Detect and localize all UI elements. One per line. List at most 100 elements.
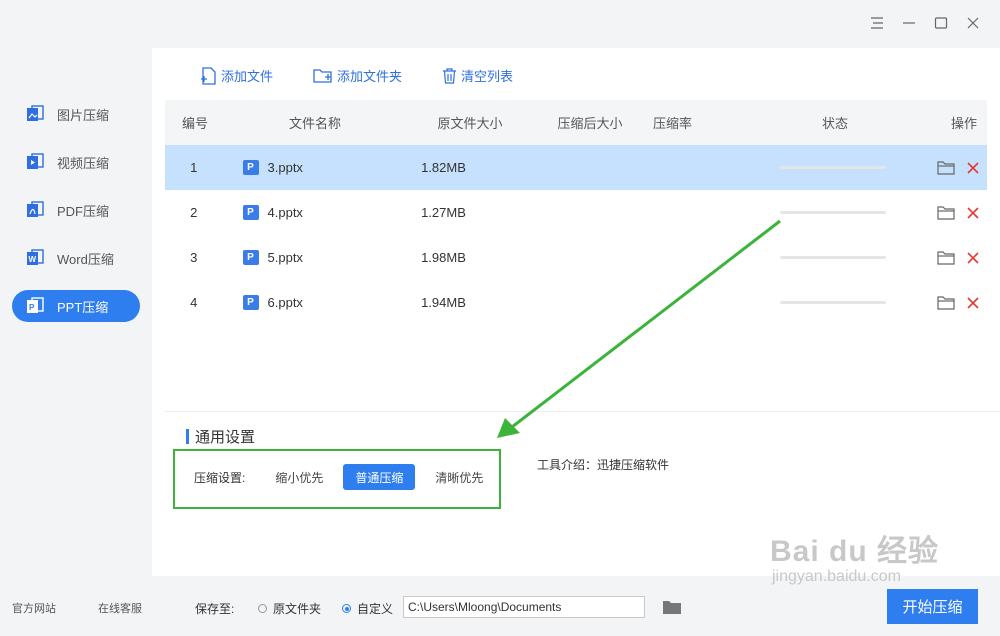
image-icon xyxy=(25,104,45,124)
add-file-label: 添加文件 xyxy=(221,69,274,84)
video-icon xyxy=(25,152,45,172)
website-link[interactable]: 官方网站 xyxy=(12,600,56,616)
header-number: 编号 xyxy=(181,116,208,131)
cell-status xyxy=(776,301,891,304)
toolbar: 添加文件 添加文件夹 清空列表 xyxy=(200,66,553,85)
cell-actions xyxy=(891,160,987,175)
add-folder-icon xyxy=(313,68,332,83)
file-name: 3.pptx xyxy=(267,160,303,175)
delete-icon[interactable] xyxy=(967,296,979,309)
sidebar-item-video[interactable]: 视频压缩 xyxy=(12,146,140,178)
ppt-icon: P xyxy=(25,296,45,316)
save-path-input[interactable] xyxy=(403,596,645,618)
sidebar-item-label: 视频压缩 xyxy=(57,155,110,171)
add-file-icon xyxy=(201,66,216,85)
close-icon[interactable] xyxy=(964,14,982,32)
delete-icon[interactable] xyxy=(967,161,979,174)
maximize-icon[interactable] xyxy=(932,14,950,32)
sidebar-item-label: Word压缩 xyxy=(57,251,114,267)
table-row[interactable]: 2 P 4.pptx 1.27MB xyxy=(165,190,987,235)
save-to-label: 保存至: xyxy=(195,602,235,616)
cell-filename: P 6.pptx xyxy=(223,295,416,310)
header-status: 状态 xyxy=(821,116,848,131)
title-bar xyxy=(0,0,1000,48)
cell-original-size: 1.94MB xyxy=(421,295,466,310)
annotation-box xyxy=(173,449,501,509)
table-body: 1 P 3.pptx 1.82MB 2 P 4.pptx 1.27MB 3 P 5.pptx 1.98… xyxy=(165,145,987,325)
clear-list-button[interactable]: 清空列表 xyxy=(442,66,513,85)
ppt-file-icon: P xyxy=(242,205,259,220)
radio-original-folder[interactable]: 原文件夹 xyxy=(258,600,321,617)
support-link[interactable]: 在线客服 xyxy=(98,600,142,616)
add-folder-button[interactable]: 添加文件夹 xyxy=(313,66,402,85)
cell-actions xyxy=(891,250,987,265)
radio-dot xyxy=(258,604,267,613)
ppt-file-icon: P xyxy=(242,295,259,310)
footer: 保存至: 原文件夹 自定义 开始压缩 xyxy=(152,576,1000,636)
cell-original-size: 1.98MB xyxy=(421,250,466,265)
minimize-icon[interactable] xyxy=(900,14,918,32)
sidebar-item-ppt[interactable]: P PPT压缩 xyxy=(12,290,140,322)
window-controls xyxy=(868,14,982,32)
start-compress-button[interactable]: 开始压缩 xyxy=(887,589,978,624)
menu-icon[interactable] xyxy=(868,14,886,32)
delete-icon[interactable] xyxy=(967,206,979,219)
file-name: 5.pptx xyxy=(267,250,303,265)
radio-dot-selected xyxy=(342,604,351,613)
sidebar-item-label: PDF压缩 xyxy=(57,203,110,219)
header-original-size: 原文件大小 xyxy=(437,116,503,131)
progress-bar xyxy=(780,166,887,169)
progress-bar xyxy=(780,301,887,304)
sidebar-item-word[interactable]: W Word压缩 xyxy=(12,242,140,274)
sidebar-item-pdf[interactable]: PDF压缩 xyxy=(12,194,140,226)
svg-text:W: W xyxy=(29,255,37,264)
progress-bar xyxy=(780,256,887,259)
cell-original-size: 1.27MB xyxy=(421,205,466,220)
trash-icon xyxy=(443,67,457,84)
progress-bar xyxy=(780,211,887,214)
radio-custom-label: 自定义 xyxy=(357,602,394,616)
header-actions: 操作 xyxy=(950,116,977,131)
radio-custom[interactable]: 自定义 xyxy=(342,600,393,617)
cell-number: 4 xyxy=(190,295,198,310)
sidebar-item-image[interactable]: 图片压缩 xyxy=(12,98,140,130)
open-folder-icon[interactable] xyxy=(937,250,955,265)
add-folder-label: 添加文件夹 xyxy=(337,69,403,84)
divider xyxy=(165,411,1000,412)
file-name: 6.pptx xyxy=(267,295,303,310)
clear-list-label: 清空列表 xyxy=(461,69,514,84)
settings-title-text: 通用设置 xyxy=(195,429,256,446)
delete-icon[interactable] xyxy=(967,251,979,264)
file-table: 编号 文件名称 原文件大小 压缩后大小 压缩率 状态 操作 1 P 3.pptx 1.… xyxy=(165,100,987,325)
cell-filename: P 3.pptx xyxy=(223,160,416,175)
ppt-file-icon: P xyxy=(242,160,259,175)
cell-status xyxy=(776,166,891,169)
ppt-file-icon: P xyxy=(242,250,259,265)
table-header: 编号 文件名称 原文件大小 压缩后大小 压缩率 状态 操作 xyxy=(165,100,987,145)
svg-text:P: P xyxy=(29,303,35,312)
sidebar-item-label: 图片压缩 xyxy=(57,107,110,123)
open-folder-icon[interactable] xyxy=(937,160,955,175)
header-compressed-size: 压缩后大小 xyxy=(557,116,623,131)
cell-number: 3 xyxy=(190,250,198,265)
file-name: 4.pptx xyxy=(267,205,303,220)
cell-number: 1 xyxy=(190,160,198,175)
cell-actions xyxy=(891,295,987,310)
radio-original-label: 原文件夹 xyxy=(273,602,322,616)
table-row[interactable]: 3 P 5.pptx 1.98MB xyxy=(165,235,987,280)
table-row[interactable]: 4 P 6.pptx 1.94MB xyxy=(165,280,987,325)
cell-status xyxy=(776,211,891,214)
pdf-icon xyxy=(25,200,45,220)
header-ratio: 压缩率 xyxy=(653,116,693,131)
folder-icon[interactable] xyxy=(662,599,682,618)
word-icon: W xyxy=(25,248,45,268)
open-folder-icon[interactable] xyxy=(937,205,955,220)
cell-filename: P 4.pptx xyxy=(223,205,416,220)
open-folder-icon[interactable] xyxy=(937,295,955,310)
tool-intro: 工具介绍：迅捷压缩软件 xyxy=(537,458,670,472)
cell-status xyxy=(776,256,891,259)
table-row[interactable]: 1 P 3.pptx 1.82MB xyxy=(165,145,987,190)
header-filename: 文件名称 xyxy=(288,116,341,131)
add-file-button[interactable]: 添加文件 xyxy=(200,66,273,85)
cell-filename: P 5.pptx xyxy=(223,250,416,265)
